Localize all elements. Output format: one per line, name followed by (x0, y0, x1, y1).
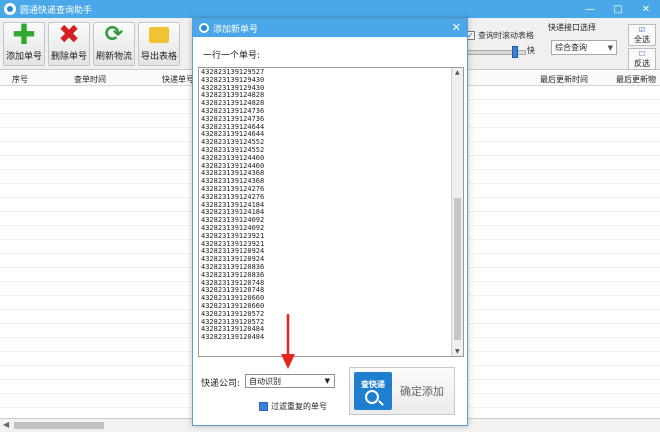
courier-label: 快递公司: (201, 379, 241, 389)
app-logo-icon (4, 3, 16, 15)
api-select-dropdown[interactable]: 综合查询 ▼ (551, 40, 617, 55)
main-titlebar: 圆通快递查询助手 — □ ✕ (0, 0, 660, 18)
add-number-button[interactable]: ✚ 添加单号 (3, 18, 45, 66)
scroll-table-label: 查询时滚动表格 (478, 31, 534, 40)
dialog-titlebar: 添加新单号 ✕ (193, 19, 467, 37)
filter-duplicates-label: 过滤重复的单号 (271, 402, 327, 411)
folder-icon (148, 24, 170, 46)
export-table-button[interactable]: 导出表格 (138, 22, 180, 66)
minimize-button[interactable]: — (576, 0, 604, 18)
red-annotation-arrow-icon (281, 314, 295, 369)
col-query-time[interactable]: 查单时间 (74, 74, 106, 85)
api-select-label: 快递接口选择 (548, 23, 596, 32)
confirm-add-button[interactable]: 查快递 确定添加 (349, 367, 455, 415)
select-all-icon: ☑ (638, 25, 646, 34)
maximize-button[interactable]: □ (604, 0, 632, 18)
add-number-dialog: 添加新单号 ✕ 一行一个单号: 432823139129527 432823139… (192, 18, 468, 426)
dialog-app-icon (199, 23, 209, 33)
scroll-down-icon[interactable]: ▼ (455, 348, 460, 355)
textarea-vertical-scrollbar[interactable]: ▲ ▼ (451, 68, 463, 356)
add-number-label: 添加单号 (5, 52, 42, 62)
delete-x-icon: ✖ (58, 20, 80, 50)
select-all-label: 全选 (634, 34, 650, 44)
filter-duplicates-checkbox[interactable]: 过滤重复的单号 (259, 401, 327, 412)
speed-slider-thumb[interactable] (512, 46, 518, 58)
invert-selection-button[interactable]: ☐ 反选 (628, 48, 656, 70)
col-tracking-number[interactable]: 快递单号 (162, 74, 194, 85)
plus-icon: ✚ (12, 18, 36, 51)
scroll-table-checkbox[interactable]: ✓ 查询时滚动表格 (466, 30, 534, 41)
horizontal-scroll-thumb[interactable] (14, 422, 104, 429)
courier-select[interactable]: 自动识别 ▼ (245, 374, 335, 388)
chevron-down-icon: ▼ (607, 43, 613, 52)
query-express-logo: 查快递 (354, 372, 392, 410)
magnifier-icon (365, 390, 379, 404)
chevron-down-icon: ▼ (324, 377, 330, 385)
checkbox-checked-icon (259, 402, 268, 411)
scroll-left-icon[interactable]: ◀ (3, 420, 9, 429)
window-title: 圆通快递查询助手 (20, 5, 93, 16)
refresh-logistics-label: 刷新物流 (95, 52, 132, 62)
tracking-numbers-textarea[interactable]: 432823139129527 432823139129430 4328231391… (198, 67, 464, 357)
dialog-close-button[interactable]: ✕ (452, 21, 461, 34)
per-line-instruction: 一行一个单号: (203, 51, 261, 61)
col-index[interactable]: 序号 (12, 74, 28, 85)
confirm-add-label: 确定添加 (400, 385, 444, 398)
delete-number-label: 删除单号 (50, 52, 87, 62)
window-controls: — □ ✕ (576, 0, 660, 18)
export-table-label: 导出表格 (140, 52, 177, 62)
refresh-logistics-button[interactable]: ⟳ 刷新物流 (93, 22, 135, 66)
scroll-up-icon[interactable]: ▲ (455, 69, 460, 76)
refresh-icon: ⟳ (104, 22, 124, 47)
invert-selection-label: 反选 (634, 58, 650, 68)
textarea-scroll-thumb[interactable] (454, 198, 461, 340)
select-all-button[interactable]: ☑ 全选 (628, 24, 656, 46)
api-select-value: 综合查询 (555, 43, 587, 52)
close-button[interactable]: ✕ (632, 0, 660, 18)
dialog-title: 添加新单号 (213, 24, 259, 35)
courier-select-value: 自动识别 (249, 376, 281, 386)
col-last-update-time[interactable]: 最后更新时间 (540, 74, 588, 85)
delete-number-button[interactable]: ✖ 删除单号 (48, 22, 90, 66)
speed-fast-label: 快 (527, 46, 535, 55)
tracking-number-lines: 432823139129527 432823139129430 4328231391… (201, 69, 451, 353)
tracking-number-line: 432823139120484 (201, 333, 265, 342)
logo-text: 查快递 (361, 380, 385, 389)
invert-selection-icon: ☐ (638, 49, 646, 58)
